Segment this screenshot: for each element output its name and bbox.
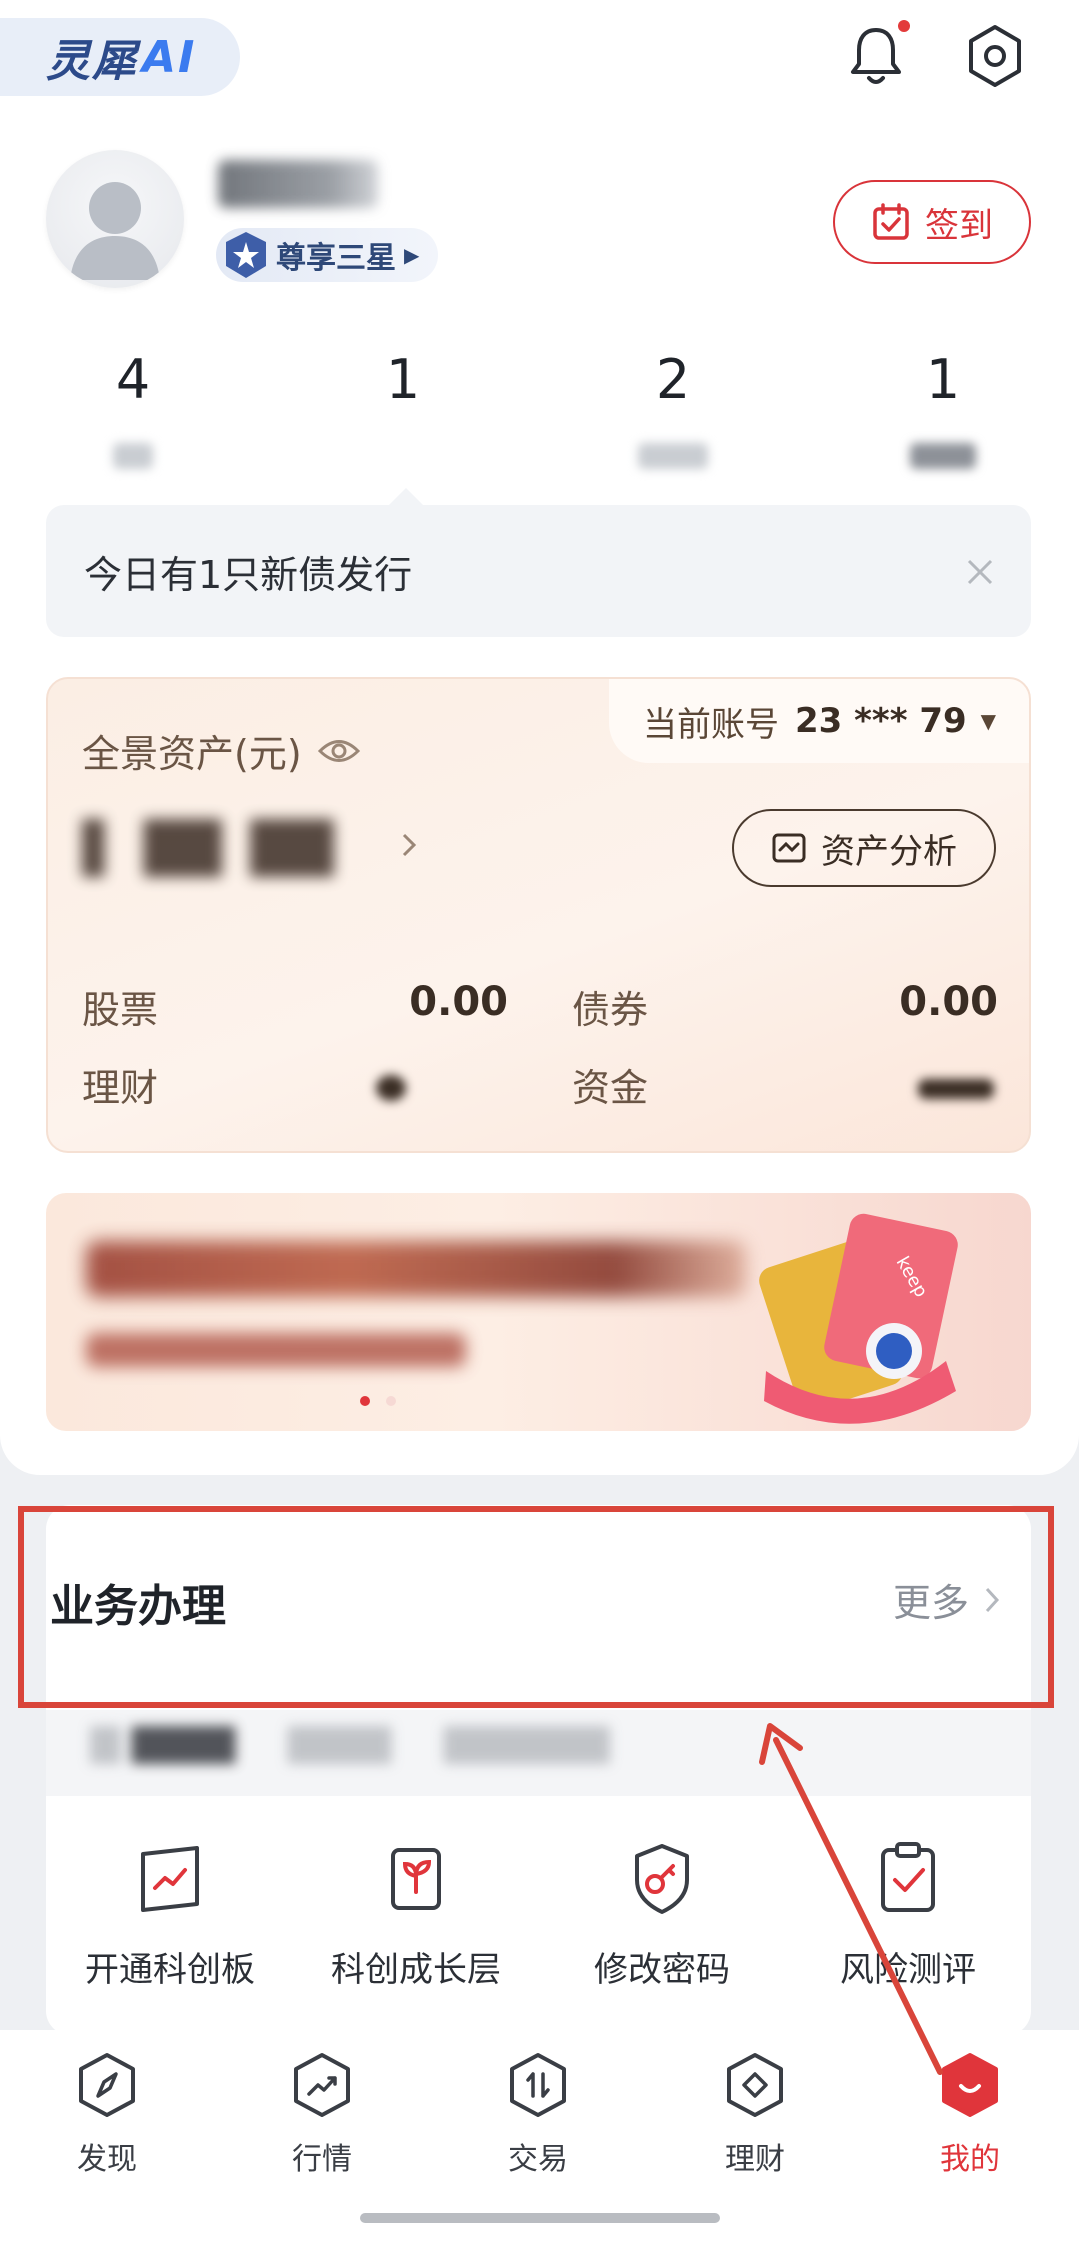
account-label: 当前账号 xyxy=(643,704,779,745)
bell-icon xyxy=(851,28,901,84)
asset-card[interactable]: 当前账号 23 *** 79 ▼ 全景资产(元) 资产分析 股票 0.00 债券… xyxy=(46,677,1031,1153)
business-item-label: 科创成长层 xyxy=(331,1950,501,1990)
bond-label: 债券 xyxy=(572,988,649,1032)
banner-subtitle-redacted xyxy=(86,1333,466,1367)
asset-analysis-label: 资产分析 xyxy=(821,831,957,872)
caret-down-icon: ▼ xyxy=(980,709,997,733)
tab-label: 交易 xyxy=(508,2142,568,2177)
stat-value: 4 xyxy=(115,348,151,411)
home-indicator[interactable] xyxy=(360,2213,720,2223)
asset-title: 全景资产(元) xyxy=(82,723,360,778)
wealth-value-redacted xyxy=(376,1075,406,1101)
stat-label-redacted xyxy=(113,443,153,469)
settings-button[interactable] xyxy=(964,22,1026,90)
asset-analysis-button[interactable]: 资产分析 xyxy=(732,809,996,887)
settings-icon xyxy=(969,25,1021,87)
username-redacted xyxy=(218,160,378,208)
tab-label: 理财 xyxy=(725,2142,785,2177)
user-silhouette-icon xyxy=(70,182,160,280)
chevron-right-icon[interactable] xyxy=(400,831,418,859)
tab-label: 我的 xyxy=(940,2142,1000,2177)
brand-logo[interactable]: 灵犀 AI xyxy=(0,18,240,96)
checkin-label: 签到 xyxy=(925,205,993,246)
stat-value: 2 xyxy=(655,348,691,411)
member-level-label: 尊享三星 xyxy=(276,241,396,276)
tab-trade[interactable]: 交易 xyxy=(468,2052,608,2178)
compass-icon xyxy=(79,2053,135,2117)
key-shield-icon xyxy=(635,1844,689,1914)
business-item-risk-assessment[interactable]: 风险测评 xyxy=(808,1840,1008,1991)
banner-illustration-icon: keep xyxy=(759,1213,958,1424)
eye-icon[interactable] xyxy=(317,736,360,766)
total-asset-value-redacted xyxy=(82,819,362,877)
cash-value-redacted xyxy=(918,1079,994,1099)
tab-label: 发现 xyxy=(77,2142,137,2177)
stat-item[interactable]: 1 xyxy=(883,348,1003,469)
notice-close-button[interactable] xyxy=(960,552,1000,592)
business-info-redacted xyxy=(90,1726,610,1764)
business-item-label: 修改密码 xyxy=(594,1950,730,1990)
avatar[interactable] xyxy=(46,150,184,288)
business-item-label: 开通科创板 xyxy=(85,1950,255,1990)
chart-board-icon xyxy=(141,1846,199,1912)
close-icon xyxy=(967,559,993,585)
diamond-icon xyxy=(727,2053,783,2117)
calendar-check-icon xyxy=(873,203,909,240)
smile-icon xyxy=(942,2053,998,2117)
stat-item[interactable]: 4 xyxy=(73,348,193,469)
notice-text: 今日有1只新债发行 xyxy=(84,552,413,597)
cash-label: 资金 xyxy=(572,1066,649,1110)
stock-label: 股票 xyxy=(82,988,159,1032)
notice-pointer xyxy=(388,488,424,506)
tab-discover[interactable]: 发现 xyxy=(37,2052,177,2178)
star-shield-icon xyxy=(226,232,266,278)
notification-button[interactable] xyxy=(846,22,906,90)
banner-headline-redacted xyxy=(86,1241,746,1297)
stat-item[interactable]: 1 xyxy=(343,348,463,411)
trend-icon xyxy=(294,2053,350,2117)
brand-name: 灵犀 xyxy=(46,36,138,87)
unread-dot xyxy=(898,20,910,32)
tab-wealth[interactable]: 理财 xyxy=(685,2052,825,2178)
stat-label-redacted xyxy=(910,443,976,469)
business-item-growth-tier[interactable]: 科创成长层 xyxy=(316,1840,516,1991)
stat-label-redacted xyxy=(638,443,708,469)
stock-value: 0.00 xyxy=(409,979,508,1025)
carousel-dot[interactable] xyxy=(386,1396,396,1406)
tab-label: 行情 xyxy=(292,2142,352,2177)
stat-item[interactable]: 2 xyxy=(613,348,733,469)
account-number: 23 *** 79 xyxy=(795,701,967,741)
checkin-button[interactable]: 签到 xyxy=(833,180,1031,264)
analysis-icon xyxy=(772,833,806,863)
business-item-change-password[interactable]: 修改密码 xyxy=(562,1840,762,1991)
promo-banner[interactable]: keep xyxy=(46,1193,1031,1431)
sprout-chip-icon xyxy=(391,1848,441,1910)
business-item-label: 风险测评 xyxy=(840,1950,976,1990)
member-level-badge[interactable]: 尊享三星 ▶ xyxy=(216,228,438,282)
wealth-label: 理财 xyxy=(82,1066,159,1110)
stat-value: 1 xyxy=(925,348,961,411)
clipboard-check-icon xyxy=(881,1842,935,1912)
exchange-icon xyxy=(510,2053,566,2117)
tab-mine[interactable]: 我的 xyxy=(900,2052,1040,2178)
highlight-box xyxy=(18,1506,1054,1708)
caret-right-icon: ▶ xyxy=(404,243,420,267)
carousel-dot-active[interactable] xyxy=(360,1396,370,1406)
account-selector[interactable]: 当前账号 23 *** 79 ▼ xyxy=(609,679,1029,763)
brand-ai-mark: AI xyxy=(142,31,197,83)
tab-market[interactable]: 行情 xyxy=(252,2052,392,2178)
bond-value: 0.00 xyxy=(899,979,998,1025)
stat-value: 1 xyxy=(385,348,421,411)
new-bond-notice[interactable]: 今日有1只新债发行 xyxy=(46,505,1031,637)
asset-title-label: 全景资产(元) xyxy=(82,732,302,776)
business-item-star-market[interactable]: 开通科创板 xyxy=(70,1840,270,1991)
